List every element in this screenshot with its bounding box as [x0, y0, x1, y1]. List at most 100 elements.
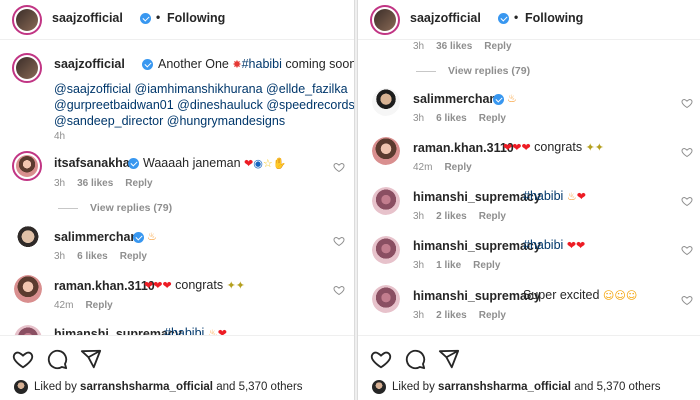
author-avatar[interactable] — [370, 5, 400, 35]
fire-emoji-icon: ♨ — [507, 92, 517, 106]
comment-like-icon[interactable] — [681, 96, 693, 109]
author-username[interactable]: saajzofficial — [52, 11, 123, 25]
commenter-avatar[interactable] — [12, 151, 42, 181]
reply-button[interactable]: Reply — [479, 211, 506, 222]
share-button[interactable] — [438, 348, 460, 370]
comment-likes[interactable]: 6 likes — [436, 113, 467, 124]
reply-button[interactable]: Reply — [479, 113, 506, 124]
comment-bubble-icon — [405, 349, 426, 370]
commenter-avatar[interactable] — [372, 137, 400, 165]
author-avatar[interactable] — [12, 5, 42, 35]
caption-time[interactable]: 4h — [54, 131, 65, 142]
reply-button[interactable]: Reply — [444, 162, 471, 173]
like-button[interactable] — [370, 348, 392, 370]
comment-username[interactable]: itsafsanakhan — [54, 156, 137, 170]
comment-hashtag[interactable]: #habibi — [523, 238, 563, 252]
commenter-avatar[interactable] — [372, 187, 400, 215]
liked-by-user[interactable]: sarranshsharma_official — [80, 381, 213, 393]
comment-button[interactable] — [404, 348, 426, 370]
comment-username[interactable]: himanshi_supremacy — [413, 190, 541, 204]
comment-likes[interactable]: 36 likes — [77, 178, 113, 189]
comment-like-icon[interactable] — [681, 194, 693, 207]
caption-text-suffix: coming soon — [285, 57, 355, 71]
comment-like-icon[interactable] — [333, 160, 345, 173]
commenter-avatar[interactable] — [14, 226, 42, 254]
evil-eye-emoji-icon: ◉ — [253, 157, 263, 171]
comment-time[interactable]: 42m — [54, 300, 73, 311]
comment-text-body: congrats — [534, 140, 583, 154]
liker-avatar[interactable] — [14, 380, 28, 394]
comment-likes[interactable]: 6 likes — [77, 251, 108, 262]
comment-like-icon[interactable] — [681, 243, 693, 256]
post-footer: Liked by sarranshsharma_official and 5,3… — [358, 335, 700, 400]
comment-like-icon[interactable] — [681, 145, 693, 158]
separator-dot: • — [514, 10, 519, 24]
commenter-avatar[interactable] — [372, 88, 400, 116]
share-button[interactable] — [80, 348, 102, 370]
caption-author-avatar-image — [16, 57, 38, 79]
comment-time[interactable]: 3h — [413, 260, 424, 271]
comment-hashtag[interactable]: #habibi — [523, 189, 563, 203]
comment-likes[interactable]: 2 likes — [436, 211, 467, 222]
view-replies-button[interactable]: View replies (79) — [90, 202, 172, 214]
ok-hand-emoji-icon: ✋ — [272, 157, 287, 171]
comment-username[interactable]: raman.khan.3110 — [413, 141, 514, 155]
verified-badge-icon — [140, 13, 151, 24]
comment-bubble-icon — [47, 349, 68, 370]
reply-button[interactable]: Reply — [120, 251, 147, 262]
party-popper-emoji-icon: ✦ — [585, 141, 595, 155]
comment-username[interactable]: raman.khan.3110 — [54, 279, 155, 293]
comment-like-icon[interactable] — [333, 283, 345, 296]
reply-button[interactable]: Reply — [473, 260, 500, 271]
liked-by-others[interactable]: and 5,370 others — [574, 381, 660, 393]
comment-username[interactable]: himanshi_supremacy — [413, 239, 541, 253]
comment-likes[interactable]: 36 likes — [436, 41, 472, 52]
post-header: saajzofficial • Following — [0, 0, 354, 40]
following-button[interactable]: Following — [525, 11, 583, 25]
reply-button[interactable]: Reply — [484, 41, 511, 52]
comment-time[interactable]: 42m — [413, 162, 432, 173]
like-button[interactable] — [12, 348, 34, 370]
commenter-avatar[interactable] — [14, 275, 42, 303]
comment-time[interactable]: 3h — [413, 113, 424, 124]
caption-mentions-line-3[interactable]: @sandeep_director @hungrymandesigns — [54, 114, 285, 128]
party-popper-emoji-icon: ✦ — [235, 279, 246, 293]
comment-time[interactable]: 3h — [54, 178, 65, 189]
caption-mentions-line-1[interactable]: @saajzofficial @iamhimanshikhurana @elld… — [54, 82, 348, 96]
comment-time[interactable]: 3h — [413, 41, 424, 52]
comment-meta: 42m Reply — [413, 162, 472, 173]
caption-username[interactable]: saajzofficial — [54, 57, 125, 71]
verified-badge-icon — [133, 232, 144, 243]
caption-mentions-line-2[interactable]: @gurpreetbaidwan01 @dineshauluck @speedr… — [54, 98, 354, 112]
comment-like-icon[interactable] — [681, 293, 693, 306]
caption-hashtag[interactable]: #habibi — [242, 57, 282, 71]
comment-time[interactable]: 3h — [413, 310, 424, 321]
commenter-avatar[interactable] — [372, 285, 400, 313]
caption-author-avatar[interactable] — [12, 53, 42, 83]
view-replies-button[interactable]: View replies (79) — [448, 65, 530, 77]
comment-meta: 3h 2 likes Reply — [413, 310, 506, 321]
reply-button[interactable]: Reply — [85, 300, 112, 311]
reply-button[interactable]: Reply — [479, 310, 506, 321]
comment-likes[interactable]: 1 like — [436, 260, 461, 271]
reply-button[interactable]: Reply — [125, 178, 152, 189]
comment-username[interactable]: salimmerchant — [54, 230, 142, 244]
liked-by-user[interactable]: sarranshsharma_official — [438, 381, 571, 393]
commenter-avatar[interactable] — [372, 236, 400, 264]
comment-time[interactable]: 3h — [413, 211, 424, 222]
commenter-avatar-image — [16, 155, 38, 177]
author-username[interactable]: saajzofficial — [410, 11, 481, 25]
comment-time[interactable]: 3h — [54, 251, 65, 262]
red-heart-emoji-icon: ❤ — [521, 141, 531, 155]
liked-by-prefix: Liked by — [392, 381, 435, 394]
following-button[interactable]: Following — [167, 11, 225, 25]
comment-button[interactable] — [46, 348, 68, 370]
comment-username[interactable]: himanshi_supremacy — [413, 289, 541, 303]
liked-by-others[interactable]: and 5,370 others — [216, 381, 302, 393]
verified-badge-icon — [128, 158, 139, 169]
comment-likes[interactable]: 2 likes — [436, 310, 467, 321]
liker-avatar[interactable] — [372, 380, 386, 394]
comment-username[interactable]: salimmerchant — [413, 92, 501, 106]
red-heart-emoji-icon: ❤ — [566, 239, 577, 253]
comment-like-icon[interactable] — [333, 234, 345, 247]
